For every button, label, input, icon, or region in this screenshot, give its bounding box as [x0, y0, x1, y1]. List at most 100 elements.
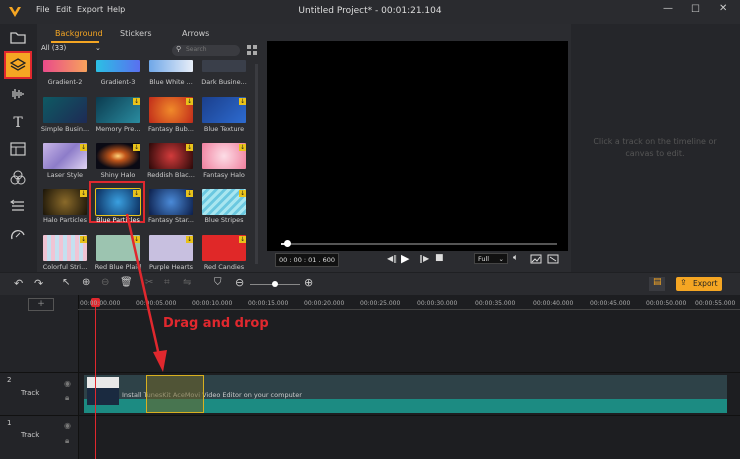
zoom-out-clip-icon[interactable]: ⊖: [101, 277, 109, 288]
thumb-blue-white[interactable]: [149, 60, 193, 72]
filters-button[interactable]: [7, 167, 29, 189]
thumb-dark-business[interactable]: [202, 60, 246, 72]
quality-value: Full: [478, 255, 490, 263]
export-icon: ⇪: [680, 278, 687, 287]
maximize-icon[interactable]: ☐: [691, 4, 700, 15]
download-icon[interactable]: ↓: [239, 144, 246, 151]
download-icon[interactable]: ↓: [80, 236, 87, 243]
media-panel: Background Stickers Arrows All (33) ⌄ ⚲ …: [37, 24, 262, 272]
playback-progress-track[interactable]: [281, 243, 557, 245]
download-icon[interactable]: ↓: [186, 236, 193, 243]
thumb-gradient-3[interactable]: [96, 60, 140, 72]
zoom-out-icon[interactable]: ⊖: [235, 276, 244, 289]
export-button[interactable]: ⇪ Export: [676, 277, 722, 291]
download-icon[interactable]: ↓: [239, 190, 246, 197]
ruler-tick: 00:00:10.000: [192, 300, 233, 307]
lock-icon[interactable]: 🔒︎: [65, 393, 69, 403]
media-folder-button[interactable]: [7, 26, 29, 48]
track-divider: [0, 415, 740, 416]
tab-arrows[interactable]: Arrows: [182, 29, 209, 38]
ruler-tick: 00:00:00.000: [80, 300, 121, 307]
playhead[interactable]: [95, 298, 96, 459]
eye-icon[interactable]: ◉: [64, 421, 71, 430]
track-label: Track: [21, 431, 40, 439]
download-icon[interactable]: ↓: [186, 144, 193, 151]
item-label: Fantasy Star...: [147, 216, 194, 224]
category-filter-value: All (33): [41, 44, 67, 52]
play-icon[interactable]: ▶: [401, 252, 409, 265]
scrollbar[interactable]: [255, 64, 258, 264]
item-label: Fantasy Halo: [203, 171, 245, 179]
track-header-column: [0, 295, 79, 459]
item-label: Blue Stripes: [204, 216, 244, 224]
download-icon[interactable]: ↓: [80, 190, 87, 197]
thumb-simple-business[interactable]: [43, 97, 87, 123]
fullscreen-icon[interactable]: [547, 254, 559, 264]
active-tab-underline: [51, 41, 99, 43]
ruler-tick: 00:00:25.000: [360, 300, 401, 307]
timeline-area: + 2 Track ◉ 🔒︎ Install TunesKit AceMovi …: [0, 295, 740, 459]
ruler-tick: 00:00:50.000: [646, 300, 687, 307]
zoom-in-clip-icon[interactable]: ⊕: [82, 277, 90, 288]
templates-button[interactable]: [7, 138, 29, 160]
preview-canvas[interactable]: [267, 41, 568, 251]
filter-circles-icon: [10, 170, 26, 185]
ruler-tick: 00:00:40.000: [533, 300, 574, 307]
grid-view-icon[interactable]: [247, 45, 257, 55]
item-label: Red Blue Plaid: [94, 263, 142, 271]
transitions-button[interactable]: [7, 195, 29, 217]
layers-icon: [10, 58, 26, 71]
download-icon[interactable]: ↓: [186, 98, 193, 105]
search-box[interactable]: ⚲ Search: [172, 45, 240, 56]
tab-stickers[interactable]: Stickers: [120, 29, 152, 38]
step-back-icon[interactable]: ◀‖: [387, 254, 397, 263]
track-number: 1: [7, 419, 12, 427]
download-icon[interactable]: ↓: [80, 144, 87, 151]
audio-button[interactable]: [7, 83, 29, 105]
download-icon[interactable]: ↓: [239, 98, 246, 105]
download-icon[interactable]: ↓: [133, 98, 140, 105]
thumb-gradient-2[interactable]: [43, 60, 87, 72]
download-icon[interactable]: ↓: [186, 190, 193, 197]
minimize-icon[interactable]: —: [663, 3, 673, 14]
delete-icon[interactable]: 🗑︎: [120, 277, 133, 288]
item-label: Fantasy Bub...: [148, 125, 194, 133]
close-icon[interactable]: ✕: [719, 3, 727, 14]
title-bar: File Edit Export Help Untitled Project* …: [0, 0, 740, 24]
ruler-tick: 00:00:15.000: [248, 300, 289, 307]
lock-icon[interactable]: 🔒︎: [65, 436, 69, 446]
download-icon[interactable]: ↓: [133, 190, 140, 197]
volume-icon[interactable]: 🔈︎: [513, 253, 518, 263]
animation-button[interactable]: [7, 224, 29, 246]
download-icon[interactable]: ↓: [133, 144, 140, 151]
eye-icon[interactable]: ◉: [64, 379, 71, 388]
item-label: Red Candies: [203, 263, 245, 271]
snapshot-icon[interactable]: [530, 254, 542, 264]
left-toolbar: T: [0, 24, 37, 272]
step-forward-icon[interactable]: ‖▶: [419, 254, 429, 263]
pointer-icon[interactable]: ↖: [62, 277, 70, 288]
add-track-button[interactable]: +: [28, 298, 54, 311]
undo-icon[interactable]: ↶: [14, 277, 23, 290]
redo-icon[interactable]: ↷: [34, 277, 43, 290]
split-icon[interactable]: ✂: [145, 277, 153, 288]
marker-icon[interactable]: ⛉: [214, 277, 222, 288]
background-layers-button[interactable]: [4, 51, 32, 79]
quality-dropdown[interactable]: Full ⌄: [474, 253, 508, 264]
template-icon: [10, 142, 26, 156]
export-label: Export: [693, 279, 718, 288]
stop-icon[interactable]: ■: [435, 253, 444, 263]
crop-icon[interactable]: ⌗: [164, 277, 170, 288]
mirror-icon[interactable]: ⇋: [183, 277, 191, 288]
settings-icon: ▤: [653, 277, 662, 287]
category-filter-dropdown[interactable]: All (33) ⌄: [41, 44, 103, 56]
zoom-slider-handle[interactable]: [272, 281, 278, 287]
tab-background[interactable]: Background: [55, 29, 103, 38]
download-icon[interactable]: ↓: [133, 236, 140, 243]
text-button[interactable]: T: [7, 112, 29, 134]
playback-handle[interactable]: [283, 240, 291, 247]
zoom-in-icon[interactable]: ⊕: [304, 276, 313, 289]
download-icon[interactable]: ↓: [239, 236, 246, 243]
render-settings-button[interactable]: ▤: [649, 277, 665, 291]
chevron-down-icon: ⌄: [95, 44, 101, 52]
